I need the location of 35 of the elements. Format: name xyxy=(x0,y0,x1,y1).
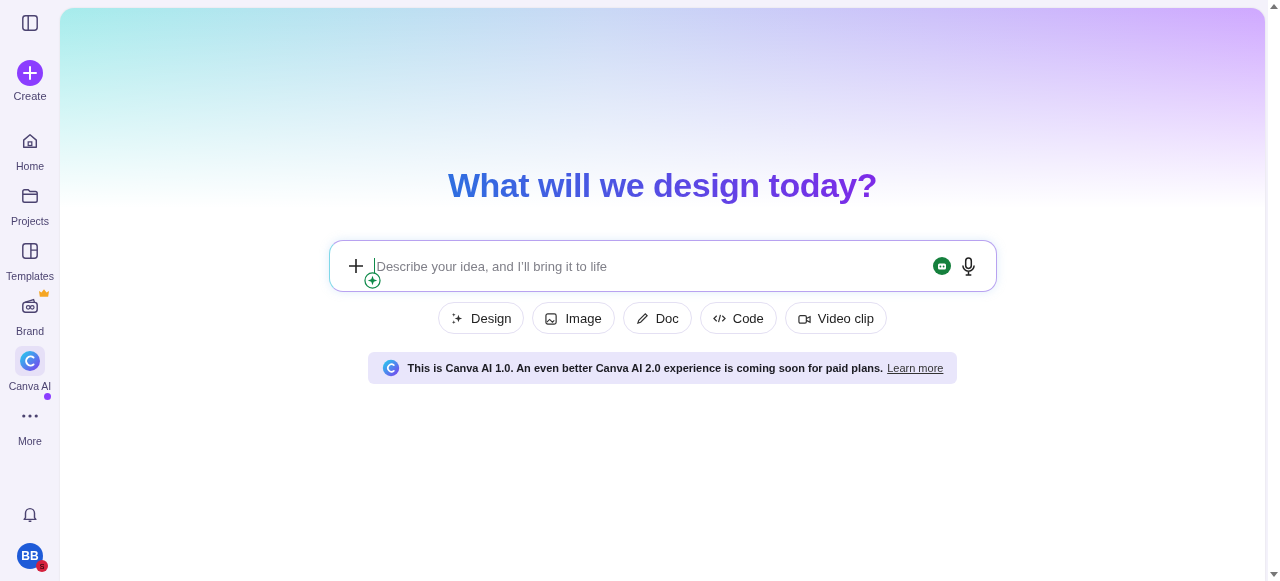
create-button[interactable]: Create xyxy=(13,60,47,102)
chip-button[interactable]: Image xyxy=(532,302,615,334)
sidebar-item[interactable]: Home xyxy=(15,126,45,172)
chip-button[interactable]: Code xyxy=(699,302,777,334)
prompt-field[interactable]: Describe your idea, and I’ll bring it to life xyxy=(328,240,997,292)
notification-dot xyxy=(44,393,51,400)
templates-icon xyxy=(21,242,39,260)
microphone-icon[interactable] xyxy=(960,256,976,276)
sparkle-icon xyxy=(363,272,381,289)
notice-text: This is Canva AI 1.0. An even better Canva AI 2.0 experience is coming soon for paid plans. xyxy=(407,362,884,374)
sidebar-toggle-icon[interactable] xyxy=(21,14,39,32)
sidebar-item[interactable]: Templates xyxy=(6,236,54,282)
chip-button[interactable]: Video clip xyxy=(784,302,887,334)
crown-icon xyxy=(39,289,49,297)
chip-button[interactable]: Doc xyxy=(622,302,692,334)
home-icon xyxy=(21,132,39,150)
logo-icon xyxy=(19,350,41,372)
wallet-icon xyxy=(21,297,39,315)
sparkle-icon xyxy=(451,311,464,325)
chip-button[interactable]: Design xyxy=(438,302,525,334)
learn-more-link[interactable]: Learn more xyxy=(887,362,944,374)
image-icon xyxy=(545,311,559,325)
prompt-input[interactable]: Describe your idea, and I’ll bring it to life xyxy=(373,257,923,275)
pen-icon xyxy=(635,311,649,325)
robot-icon[interactable] xyxy=(932,257,951,275)
sidebar-item[interactable]: Projects xyxy=(11,181,49,227)
plus-icon[interactable] xyxy=(347,258,364,274)
sidebar-item[interactable]: Canva AI xyxy=(8,346,52,392)
more-icon xyxy=(22,414,38,418)
folder-icon xyxy=(21,187,39,205)
bell-icon[interactable] xyxy=(21,505,39,523)
logo-icon xyxy=(381,359,400,377)
sidebar-item[interactable]: Brand xyxy=(15,291,45,337)
sidebar-item[interactable]: More xyxy=(15,401,45,447)
scrollbar[interactable] xyxy=(1268,0,1280,581)
